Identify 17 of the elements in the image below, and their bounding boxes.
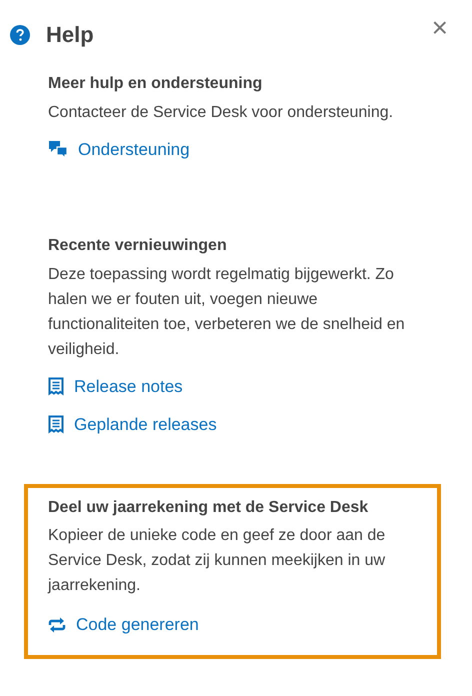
section-title: Deel uw jaarrekening met de Service Desk (48, 498, 370, 518)
close-button[interactable]: × (428, 14, 452, 42)
help-link[interactable]: Ondersteuning (48, 136, 190, 162)
panel-title: Help (46, 22, 94, 48)
chat-icon (48, 140, 68, 158)
sync-icon (48, 616, 66, 633)
receipt-icon (48, 415, 64, 434)
receipt-icon (48, 376, 64, 396)
section-text: Kopieer de unieke code en geef ze door aan de Service Desk, zodat zij kunnen meekijken in uw jaarrekening. (48, 526, 386, 596)
section-title: Meer hulp en ondersteuning (48, 74, 264, 94)
section-text: Deze toepassing wordt regelmatig bijgewerkt. Zo halen we er fouten uit, voegen nieuwe functionaliteiten toe, verbeteren we de snelheid en veiligheid. (48, 264, 406, 360)
section-title: Recente vernieuwingen (48, 236, 228, 256)
section-text: Contacteer de Service Desk voor ondersteuning. (48, 102, 394, 123)
help-link[interactable]: Code genereren (48, 612, 199, 638)
help-link[interactable]: Geplande releases (48, 412, 217, 438)
help-icon (10, 25, 30, 46)
help-link[interactable]: Release notes (48, 374, 183, 400)
